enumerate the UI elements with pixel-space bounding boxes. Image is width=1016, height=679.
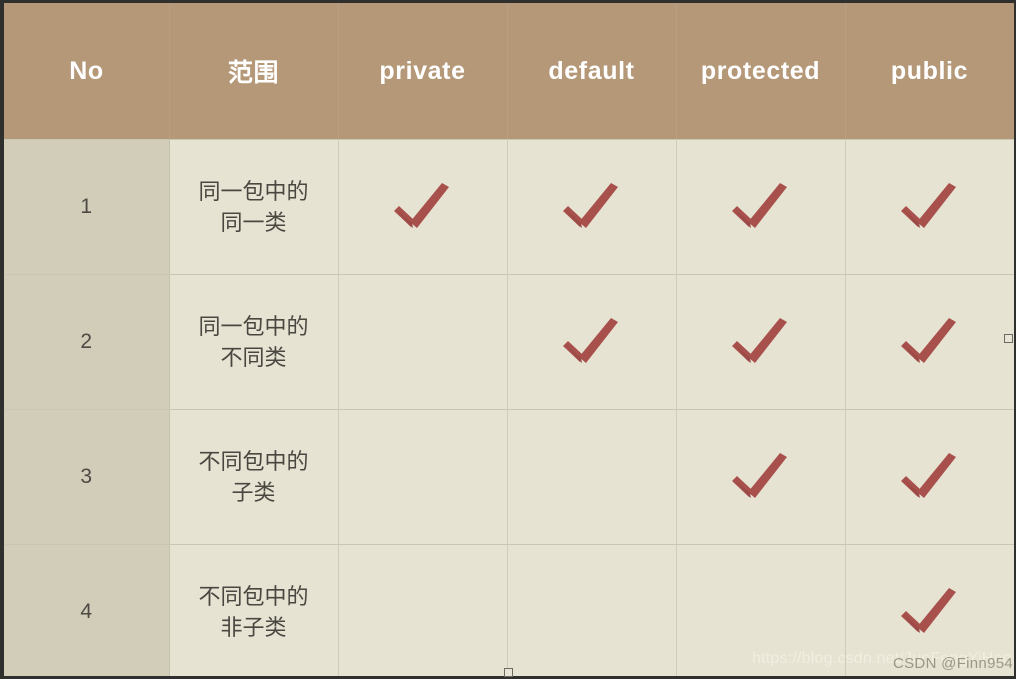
cell-row-number: 4 xyxy=(4,544,170,676)
cell-private xyxy=(338,274,508,410)
cell-row-number: 1 xyxy=(4,139,170,275)
cell-public xyxy=(845,544,1014,676)
selection-handle-bottom[interactable] xyxy=(504,668,513,677)
check-mark-icon xyxy=(893,175,967,239)
cell-private xyxy=(338,544,508,676)
cell-default xyxy=(507,544,677,676)
check-mark-icon xyxy=(893,580,967,644)
check-mark-icon xyxy=(386,175,460,239)
cell-protected xyxy=(676,139,846,275)
column-header-protected[interactable]: protected xyxy=(676,3,845,140)
access-modifier-table-container: No 范围 private default protected public 1… xyxy=(4,3,1014,676)
table-row: 3 不同包中的子类 xyxy=(4,409,1014,545)
table-row: 1 同一包中的同一类 xyxy=(4,139,1014,275)
cell-scope: 同一包中的同一类 xyxy=(169,139,339,275)
column-header-no[interactable]: No xyxy=(4,3,169,140)
cell-public xyxy=(845,139,1014,275)
table-body: 1 同一包中的同一类 2 同一包中的不同类 3 不同包中的子类 4 不同包中的非… xyxy=(4,139,1014,676)
check-mark-icon xyxy=(724,310,798,374)
cell-private xyxy=(338,409,508,545)
cell-public xyxy=(845,409,1014,545)
screenshot-root: No 范围 private default protected public 1… xyxy=(0,0,1016,679)
cell-row-number: 2 xyxy=(4,274,170,410)
cell-default xyxy=(507,409,677,545)
table-header: No 范围 private default protected public xyxy=(4,3,1014,140)
check-mark-icon xyxy=(893,445,967,509)
cell-scope: 不同包中的非子类 xyxy=(169,544,339,676)
cell-protected xyxy=(676,544,846,676)
cell-scope: 不同包中的子类 xyxy=(169,409,339,545)
access-modifier-scope-table: No 范围 private default protected public 1… xyxy=(4,3,1014,676)
check-mark-icon xyxy=(555,175,629,239)
cell-default xyxy=(507,274,677,410)
column-header-private[interactable]: private xyxy=(338,3,507,140)
check-mark-icon xyxy=(893,310,967,374)
selection-handle-right[interactable] xyxy=(1004,334,1013,343)
check-mark-icon xyxy=(724,445,798,509)
table-row: 4 不同包中的非子类 xyxy=(4,544,1014,676)
cell-protected xyxy=(676,409,846,545)
cell-row-number: 3 xyxy=(4,409,170,545)
check-mark-icon xyxy=(724,175,798,239)
cell-scope: 同一包中的不同类 xyxy=(169,274,339,410)
cell-private xyxy=(338,139,508,275)
table-row: 2 同一包中的不同类 xyxy=(4,274,1014,410)
column-header-scope[interactable]: 范围 xyxy=(169,3,338,140)
column-header-public[interactable]: public xyxy=(845,3,1014,140)
column-header-default[interactable]: default xyxy=(507,3,676,140)
cell-protected xyxy=(676,274,846,410)
cell-public xyxy=(845,274,1014,410)
cell-default xyxy=(507,139,677,275)
check-mark-icon xyxy=(555,310,629,374)
table-header-row: No 范围 private default protected public xyxy=(4,3,1014,140)
